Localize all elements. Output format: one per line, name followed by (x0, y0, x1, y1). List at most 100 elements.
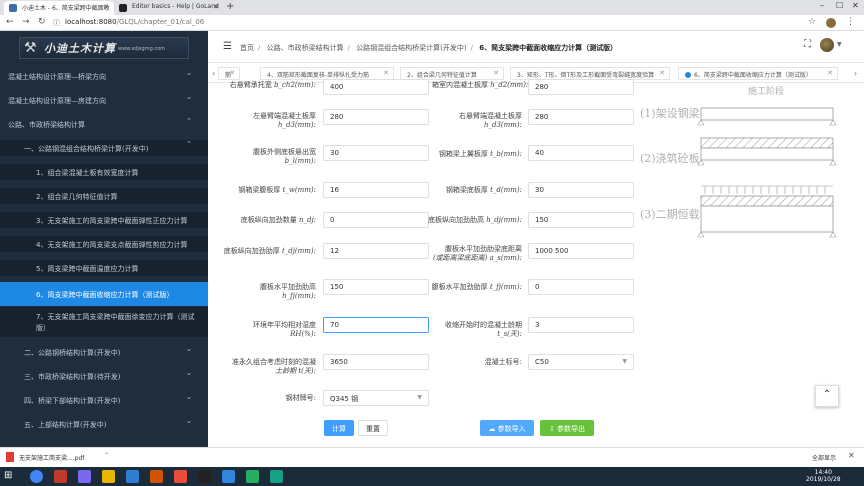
sidebar-item-steel-bridges[interactable]: 二、公路钢桥结构计算(开发中) ⌄ (0, 345, 208, 359)
sidebar-item-substructure[interactable]: 四、桥梁下部结构计算(开发中) ⌄ (0, 393, 208, 407)
field-label: 底板纵向加劲数量 n_dj: (240, 216, 316, 224)
web-stiffener-positions-input[interactable] (528, 243, 634, 259)
app-icon[interactable] (78, 470, 91, 483)
browser-tab[interactable]: Editor basics - Help | GoLand ✕ (114, 1, 224, 15)
maximize-icon[interactable]: ☐ (836, 1, 843, 10)
concrete-age-input[interactable] (323, 354, 429, 370)
site-favicon-icon (9, 4, 17, 12)
close-icon[interactable]: ✕ (848, 451, 855, 460)
bookmark-star-icon[interactable]: ☆ (808, 17, 816, 27)
page-tab[interactable]: 筋 ✕ (218, 67, 240, 80)
close-tab-icon[interactable]: ✕ (213, 3, 219, 11)
bottom-flange-thickness-input[interactable] (528, 182, 634, 198)
close-tab-icon[interactable]: ✕ (103, 3, 109, 11)
app-icon[interactable] (174, 470, 187, 483)
caret-down-icon[interactable]: ▼ (837, 41, 842, 48)
right-haunch-width-input[interactable] (323, 79, 429, 95)
close-icon[interactable]: ✕ (229, 69, 235, 77)
app-icon[interactable] (150, 470, 163, 483)
sidebar-item-label: 二、公路钢桥结构计算(开发中) (24, 349, 121, 357)
show-all-downloads-link[interactable]: 全部显示 (812, 453, 836, 462)
field-label: 箱室内混凝土板厚 h_d2(mm): (432, 81, 529, 89)
chevron-up-icon[interactable]: ⌃ (104, 452, 109, 459)
fullscreen-icon[interactable]: ⛶ (804, 39, 811, 50)
browser-menu-icon[interactable]: ⋮ (846, 17, 855, 27)
select-value: Q345 钢 (330, 395, 359, 403)
download-bar: 无支架施工简支梁....pdf ⌃ 全部显示 ✕ (0, 447, 864, 467)
top-flange-thickness-input[interactable] (528, 145, 634, 161)
sidebar-item-municipal-bridges[interactable]: 三、市政桥梁结构计算(待开发) ⌄ (0, 369, 208, 383)
web-thickness-input[interactable] (323, 182, 429, 198)
system-clock[interactable]: 14:40 2019/10/28 (806, 469, 841, 483)
minimize-icon[interactable]: – (820, 1, 824, 10)
sidebar-item-superstructure[interactable]: 五、上部结构计算(开发中) ⌄ (0, 417, 208, 431)
stiffener-count-input[interactable] (323, 212, 429, 228)
user-avatar[interactable] (820, 38, 834, 52)
stage-label-2: (2)浇筑砼板 (640, 152, 700, 165)
download-item[interactable]: 无支架施工简支梁....pdf (6, 452, 84, 462)
right-cantilever-thickness-input[interactable] (528, 109, 634, 125)
windows-start-icon[interactable]: ⊞ (4, 470, 17, 483)
field-label: 混凝土标号: (484, 358, 522, 366)
folder-icon[interactable] (102, 470, 115, 483)
steel-grade-select[interactable]: Q345 钢 ▼ (323, 390, 429, 406)
app-icon[interactable] (126, 470, 139, 483)
info-icon[interactable]: ⓘ (53, 18, 60, 28)
box-slab-thickness-input[interactable] (528, 79, 634, 95)
sidebar-item-calc-6-active[interactable]: 6、简支梁跨中截面收缩应力计算（测试版） (0, 282, 208, 306)
url-path: /GLQL/chapter_01/cal_06 (116, 18, 205, 26)
reset-button[interactable]: 重置 (358, 420, 388, 436)
breadcrumb-item[interactable]: 公路、市政桥梁结构计算 (267, 44, 344, 52)
url-field[interactable]: localhost:8080/GLQL/chapter_01/cal_06 (65, 18, 204, 26)
export-params-button[interactable]: ⇩ 参数导出 (540, 420, 594, 436)
close-icon[interactable]: ✕ (827, 69, 833, 77)
sidebar-item-bridge-principles[interactable]: 混凝土结构设计原理—桥梁方向 ⌄ (0, 69, 208, 83)
shrinkage-start-age-input[interactable] (528, 317, 634, 333)
tabs-scroll-left-icon[interactable]: ‹ (212, 69, 215, 78)
app-icon[interactable] (246, 470, 259, 483)
logo: ⚒ 小迪土木计算 www.xdjsgmg.com (19, 37, 189, 59)
chevron-down-icon: ⌄ (186, 393, 192, 401)
stiffener-height-input[interactable] (528, 212, 634, 228)
browser-tab-active[interactable]: 小迪土木 - 6、简支梁跨中截面收 ✕ (4, 1, 114, 15)
back-arrow-icon[interactable]: ← (6, 17, 14, 27)
hamburger-menu-icon[interactable]: ☰ (223, 41, 232, 52)
sidebar-item-calc-5[interactable]: 5、简支梁跨中截面温度应力计算 (0, 260, 208, 276)
sidebar-item-building-principles[interactable]: 混凝土结构设计原理—房建方向 ⌄ (0, 93, 208, 107)
web-stiffener-thickness-input[interactable] (528, 279, 634, 295)
goland-icon[interactable] (198, 470, 211, 483)
calculate-button[interactable]: 计算 (324, 420, 354, 436)
import-params-button[interactable]: ☁ 参数导入 (480, 420, 534, 436)
bottom-flange-overhang-input[interactable] (323, 145, 429, 161)
app-icon[interactable] (270, 470, 283, 483)
sidebar-item-calc-2[interactable]: 2、组合梁几何特征值计算 (0, 188, 208, 204)
back-to-top-button[interactable]: ⌃ (815, 385, 839, 407)
new-tab-plus-icon[interactable]: + (226, 1, 234, 12)
browser-tab-title: 小迪土木 - 6、简支梁跨中截面收 (22, 5, 110, 12)
sidebar-item-calc-3[interactable]: 3、无支架施工的简支梁跨中截面弹性正应力计算 (0, 212, 208, 228)
sidebar-item-calc-7[interactable]: 7、无支架施工简支梁跨中截面徐变应力计算（测试版） (0, 307, 208, 337)
reload-icon[interactable]: ↻ (38, 17, 46, 27)
sidebar-item-composite-bridges[interactable]: 一、公路钢混组合结构桥梁计算(开发中) ⌃ (0, 140, 208, 156)
sidebar-item-calc-1[interactable]: 1、组合梁混凝土板有效宽度计算 (0, 164, 208, 180)
window-close-icon[interactable]: ✕ (852, 1, 859, 10)
profile-avatar-icon[interactable] (826, 18, 836, 28)
web-stiffener-height-input[interactable] (323, 279, 429, 295)
left-cantilever-thickness-input[interactable] (323, 109, 429, 125)
breadcrumb-item[interactable]: 公路钢混组合结构桥梁计算(开发中) (356, 44, 466, 52)
page-tab-active[interactable]: 6、简支梁跨中截面收缩应力计算（测试版） ✕ (678, 67, 838, 80)
breadcrumb-home[interactable]: 首页 (240, 44, 254, 52)
forward-arrow-icon[interactable]: → (22, 17, 30, 27)
app-icon[interactable] (54, 470, 67, 483)
sidebar-item-calc-4[interactable]: 4、无支架施工的简支梁支点截面弹性剪应力计算 (0, 236, 208, 252)
close-icon[interactable]: ✕ (383, 69, 389, 77)
chrome-icon[interactable] (30, 470, 43, 483)
steel-beam-shape (700, 147, 834, 161)
close-icon[interactable]: ✕ (659, 69, 665, 77)
app-icon[interactable] (222, 470, 235, 483)
concrete-grade-select[interactable]: C50 ▼ (528, 354, 634, 370)
chevron-down-icon: ⌄ (186, 417, 192, 425)
sidebar-item-highway-bridges[interactable]: 公路、市政桥梁结构计算 ⌃ (0, 117, 208, 131)
close-icon[interactable]: ✕ (493, 69, 499, 77)
tabs-scroll-right-icon[interactable]: › (854, 69, 857, 78)
